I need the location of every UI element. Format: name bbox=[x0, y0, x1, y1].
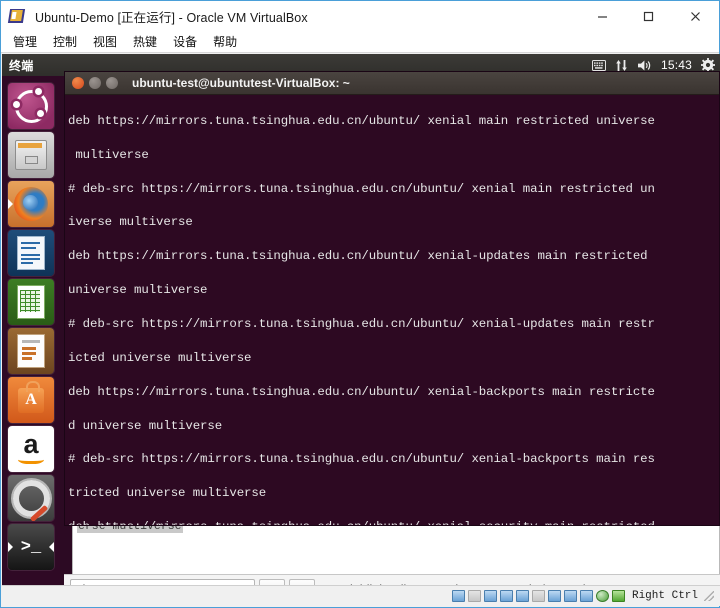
host-window-title: Ubuntu-Demo [正在运行] - Oracle VM VirtualBo… bbox=[35, 10, 308, 25]
active-app-name: 终端 bbox=[9, 58, 34, 73]
launcher-item-libreoffice-calc[interactable] bbox=[8, 279, 54, 325]
terminal-line: deb https://mirrors.tuna.tsinghua.edu.cn… bbox=[68, 384, 655, 399]
guest-additions-status-icon[interactable] bbox=[595, 590, 609, 602]
terminal-line: d universe multiverse bbox=[68, 418, 223, 433]
menu-item-help[interactable]: 帮助 bbox=[207, 33, 243, 50]
guest-screen: 终端 15:43 A a >_ erse multiverse ubuntu-t… bbox=[2, 54, 720, 587]
terminal-line: icted universe multiverse bbox=[68, 350, 252, 365]
terminal-line: # deb-src https://mirrors.tuna.tsinghua.… bbox=[68, 316, 655, 331]
terminal-window-buttons bbox=[72, 77, 118, 89]
volume-indicator-icon[interactable] bbox=[637, 59, 652, 72]
audio-status-icon[interactable] bbox=[483, 590, 497, 602]
terminal-line: universe multiverse bbox=[68, 283, 208, 298]
clock[interactable]: 15:43 bbox=[661, 58, 692, 72]
host-key-status-icon[interactable] bbox=[611, 590, 625, 602]
window-controls bbox=[579, 1, 719, 31]
virtualbox-icon bbox=[7, 8, 26, 25]
hard-disk-status-icon[interactable] bbox=[451, 590, 465, 602]
display-status-icon[interactable] bbox=[547, 590, 561, 602]
host-key-label: Right Ctrl bbox=[631, 590, 698, 602]
terminal-window[interactable]: ubuntu-test@ubuntutest-VirtualBox: ~ deb… bbox=[64, 71, 720, 526]
usb-status-icon[interactable] bbox=[515, 590, 529, 602]
virtualbox-window: Ubuntu-Demo [正在运行] - Oracle VM VirtualBo… bbox=[0, 0, 720, 608]
terminal-line: # deb-src https://mirrors.tuna.tsinghua.… bbox=[68, 181, 655, 196]
terminal-minimize-icon[interactable] bbox=[89, 77, 101, 89]
cd-dvd-status-icon[interactable] bbox=[467, 590, 481, 602]
terminal-output[interactable]: deb https://mirrors.tuna.tsinghua.edu.cn… bbox=[65, 95, 719, 525]
network-indicator-icon[interactable] bbox=[615, 59, 628, 72]
terminal-line: deb https://mirrors.tuna.tsinghua.edu.cn… bbox=[68, 519, 716, 525]
launcher-item-ubuntu-software[interactable]: A bbox=[8, 377, 54, 423]
launcher-item-files[interactable] bbox=[8, 132, 54, 178]
terminal-line: # deb-src https://mirrors.tuna.tsinghua.… bbox=[68, 452, 655, 467]
terminal-line: multiverse bbox=[68, 147, 149, 162]
keyboard-indicator-icon[interactable] bbox=[591, 59, 606, 71]
terminal-titlebar: ubuntu-test@ubuntutest-VirtualBox: ~ bbox=[65, 72, 719, 95]
resize-grip[interactable] bbox=[704, 591, 714, 601]
mouse-status-icon[interactable] bbox=[579, 590, 593, 602]
maximize-icon[interactable] bbox=[625, 1, 671, 31]
terminal-title: ubuntu-test@ubuntutest-VirtualBox: ~ bbox=[132, 76, 350, 90]
launcher-item-terminal[interactable]: >_ bbox=[8, 524, 54, 570]
terminal-maximize-icon[interactable] bbox=[106, 77, 118, 89]
launcher-item-amazon[interactable]: a bbox=[8, 426, 54, 472]
launcher-item-firefox[interactable] bbox=[8, 181, 54, 227]
terminal-line: iverse multiverse bbox=[68, 215, 193, 230]
host-titlebar: Ubuntu-Demo [正在运行] - Oracle VM VirtualBo… bbox=[1, 1, 719, 31]
launcher-item-ubuntu-dash[interactable] bbox=[8, 83, 54, 129]
minimize-icon[interactable] bbox=[579, 1, 625, 31]
recording-status-icon[interactable] bbox=[563, 590, 577, 602]
unity-launcher: A a >_ bbox=[2, 76, 60, 587]
gear-icon[interactable] bbox=[701, 58, 715, 72]
host-statusbar: Right Ctrl bbox=[2, 585, 720, 606]
menu-item-view[interactable]: 视图 bbox=[87, 33, 123, 50]
menu-item-hotkeys[interactable]: 热键 bbox=[127, 33, 163, 50]
terminal-line: tricted universe multiverse bbox=[68, 486, 267, 501]
launcher-item-system-settings[interactable] bbox=[8, 475, 54, 521]
menu-item-manage[interactable]: 管理 bbox=[7, 33, 43, 50]
close-icon[interactable] bbox=[671, 1, 719, 31]
terminal-line: deb https://mirrors.tuna.tsinghua.edu.cn… bbox=[68, 249, 648, 264]
menu-item-control[interactable]: 控制 bbox=[47, 33, 83, 50]
terminal-line: deb https://mirrors.tuna.tsinghua.edu.cn… bbox=[68, 113, 655, 128]
host-menubar: 管理 控制 视图 热键 设备 帮助 bbox=[1, 31, 719, 53]
launcher-item-libreoffice-impress[interactable] bbox=[8, 328, 54, 374]
network-status-icon[interactable] bbox=[499, 590, 513, 602]
menu-item-devices[interactable]: 设备 bbox=[167, 33, 203, 50]
terminal-close-icon[interactable] bbox=[72, 77, 84, 89]
launcher-item-libreoffice-writer[interactable] bbox=[8, 230, 54, 276]
shared-folder-status-icon[interactable] bbox=[531, 590, 545, 602]
